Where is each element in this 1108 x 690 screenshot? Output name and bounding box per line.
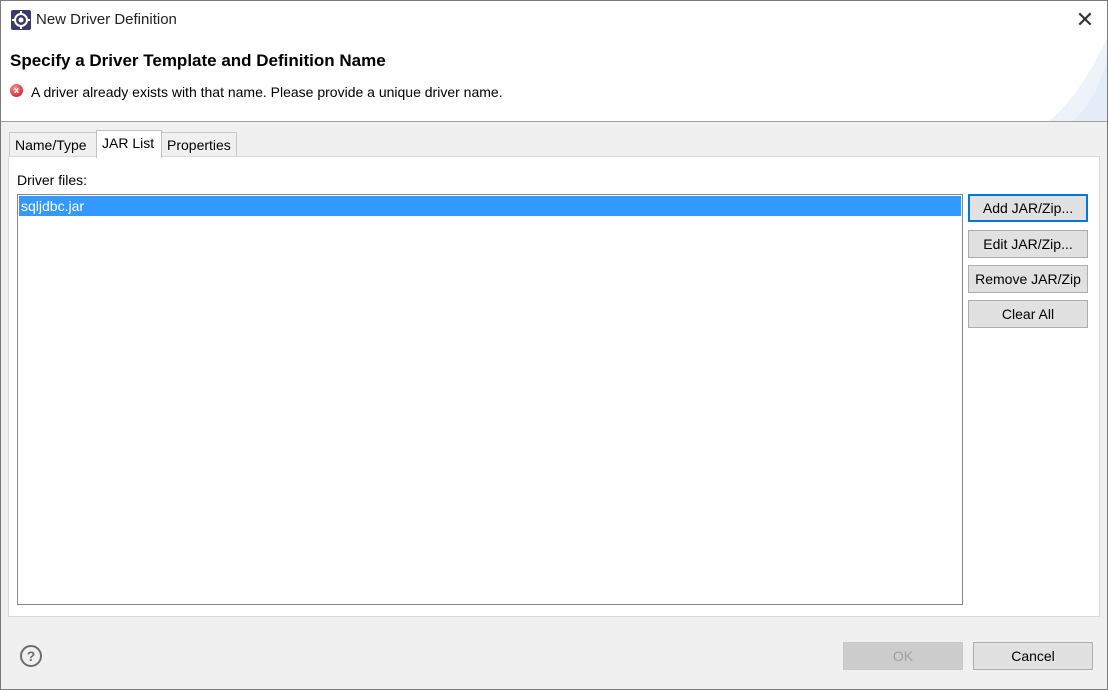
help-icon[interactable]: ? [20,645,42,667]
cancel-button[interactable]: Cancel [973,642,1093,670]
help-icon-glyph: ? [26,648,36,664]
add-jar-button[interactable]: Add JAR/Zip... [968,194,1088,222]
wizard-header: Specify a Driver Template and Definition… [1,39,1107,122]
page-title: Specify a Driver Template and Definition… [10,51,386,70]
tab-jar-list[interactable]: JAR List [96,130,162,158]
clear-all-button[interactable]: Clear All [968,300,1088,328]
error-icon-glyph: x [13,85,19,95]
dialog-window: New Driver Definition ✕ Specify a Driver… [0,0,1108,690]
error-icon: x [10,84,23,97]
list-item[interactable]: sqljdbc.jar [19,196,961,216]
eclipse-app-icon [11,10,31,30]
error-message: A driver already exists with that name. … [31,84,503,100]
ok-button[interactable]: OK [843,642,963,670]
jar-list-panel: Driver files: sqljdbc.jar Add JAR/Zip...… [8,156,1100,617]
tab-properties[interactable]: Properties [161,132,237,157]
driver-files-list[interactable]: sqljdbc.jar [17,194,963,605]
close-button[interactable]: ✕ [1063,1,1107,39]
remove-jar-button[interactable]: Remove JAR/Zip [968,265,1088,293]
tab-name-type[interactable]: Name/Type [9,132,97,157]
driver-files-label: Driver files: [17,172,88,188]
edit-jar-button[interactable]: Edit JAR/Zip... [968,230,1088,258]
header-banner-graphic [1048,39,1107,121]
title-bar: New Driver Definition ✕ [1,1,1107,39]
close-icon: ✕ [1075,7,1095,32]
window-title: New Driver Definition [36,11,177,28]
